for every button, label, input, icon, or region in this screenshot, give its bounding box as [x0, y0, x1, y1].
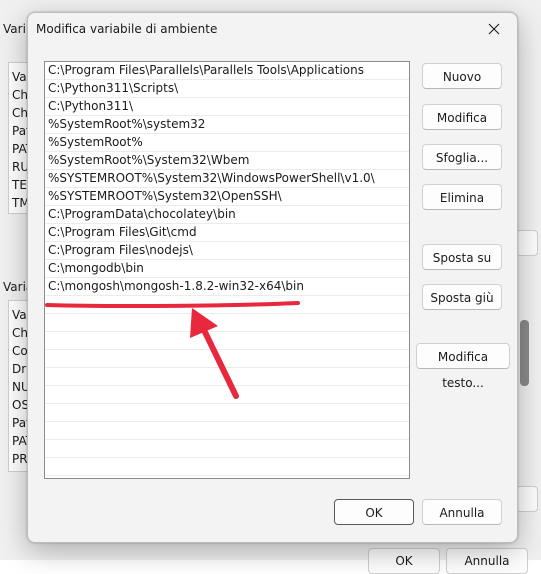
move-up-button[interactable]: Sposta su [422, 244, 502, 270]
user-variables-button[interactable] [516, 230, 538, 256]
parent-ok-button[interactable]: OK [368, 548, 440, 574]
system-variables-button[interactable] [516, 486, 538, 512]
list-item[interactable] [45, 404, 409, 422]
list-item[interactable] [45, 422, 409, 440]
user-variables-label: Vari [3, 22, 26, 36]
list-item[interactable]: %SystemRoot%\System32\Wbem [45, 152, 409, 170]
list-item[interactable] [45, 314, 409, 332]
path-entries-list[interactable]: C:\Program Files\Parallels\Parallels Too… [44, 61, 410, 479]
system-variable-item: Co [12, 344, 28, 358]
browse-button[interactable]: Sfoglia... [422, 144, 502, 170]
list-item-text: C:\Python311\Scripts\ [48, 81, 179, 95]
cancel-button[interactable]: Annulla [422, 499, 502, 525]
dialog-title: Modifica variabile di ambiente [36, 22, 218, 36]
list-item[interactable]: %SystemRoot%\system32 [45, 116, 409, 134]
list-item[interactable]: C:\mongodb\bin [45, 260, 409, 278]
list-item-text: C:\Python311\ [48, 99, 134, 113]
list-item-text: C:\Program Files\Parallels\Parallels Too… [48, 63, 364, 77]
list-item[interactable] [45, 440, 409, 458]
list-item[interactable]: C:\Python311\Scripts\ [45, 80, 409, 98]
list-item[interactable]: C:\mongosh\mongosh-1.8.2-win32-x64\bin [45, 278, 409, 296]
move-down-button[interactable]: Sposta giù [422, 284, 502, 310]
user-variable-item: Ch [12, 88, 28, 102]
list-item[interactable] [45, 296, 409, 314]
list-item[interactable]: C:\Program Files\Git\cmd [45, 224, 409, 242]
system-variables-scrollbar[interactable] [520, 320, 529, 386]
list-item-text: %SystemRoot%\system32 [48, 117, 206, 131]
list-item[interactable] [45, 458, 409, 476]
list-item[interactable]: C:\Program Files\nodejs\ [45, 242, 409, 260]
list-item-text: %SYSTEMROOT%\System32\OpenSSH\ [48, 189, 282, 203]
user-variable-item: Ch [12, 106, 28, 120]
list-item-text: %SystemRoot% [48, 135, 143, 149]
close-icon [488, 23, 500, 35]
list-item-text: C:\mongosh\mongosh-1.8.2-win32-x64\bin [48, 279, 304, 293]
list-item[interactable] [45, 368, 409, 386]
list-item-text: %SystemRoot%\System32\Wbem [48, 153, 250, 167]
list-item-text: %SYSTEMROOT%\System32\WindowsPowerShell\… [48, 171, 375, 185]
list-item[interactable]: C:\Python311\ [45, 98, 409, 116]
list-item[interactable]: C:\ProgramData\chocolatey\bin [45, 206, 409, 224]
edit-button[interactable]: Modifica [422, 104, 502, 130]
system-variable-item: Ch [12, 326, 28, 340]
new-button[interactable]: Nuovo [422, 63, 502, 89]
list-item-text: C:\Program Files\Git\cmd [48, 225, 197, 239]
list-item[interactable]: C:\Program Files\Parallels\Parallels Too… [45, 62, 409, 80]
list-item[interactable]: %SYSTEMROOT%\System32\OpenSSH\ [45, 188, 409, 206]
list-item[interactable] [45, 332, 409, 350]
list-item[interactable]: %SYSTEMROOT%\System32\WindowsPowerShell\… [45, 170, 409, 188]
edit-environment-variable-dialog: Modifica variabile di ambiente C:\Progra… [27, 12, 518, 543]
ok-button[interactable]: OK [334, 499, 414, 525]
list-item-text: C:\ProgramData\chocolatey\bin [48, 207, 236, 221]
list-item[interactable] [45, 350, 409, 368]
system-variable-item: Va [12, 308, 27, 322]
parent-cancel-button[interactable]: Annulla [446, 548, 528, 574]
edit-text-button[interactable]: Modifica testo... [416, 343, 510, 390]
list-item[interactable]: %SystemRoot% [45, 134, 409, 152]
list-item[interactable] [45, 386, 409, 404]
list-item-text: C:\Program Files\nodejs\ [48, 243, 193, 257]
user-variable-item: Va [12, 70, 27, 84]
close-button[interactable] [471, 13, 517, 45]
delete-button[interactable]: Elimina [422, 184, 502, 210]
list-item-text: C:\mongodb\bin [48, 261, 144, 275]
